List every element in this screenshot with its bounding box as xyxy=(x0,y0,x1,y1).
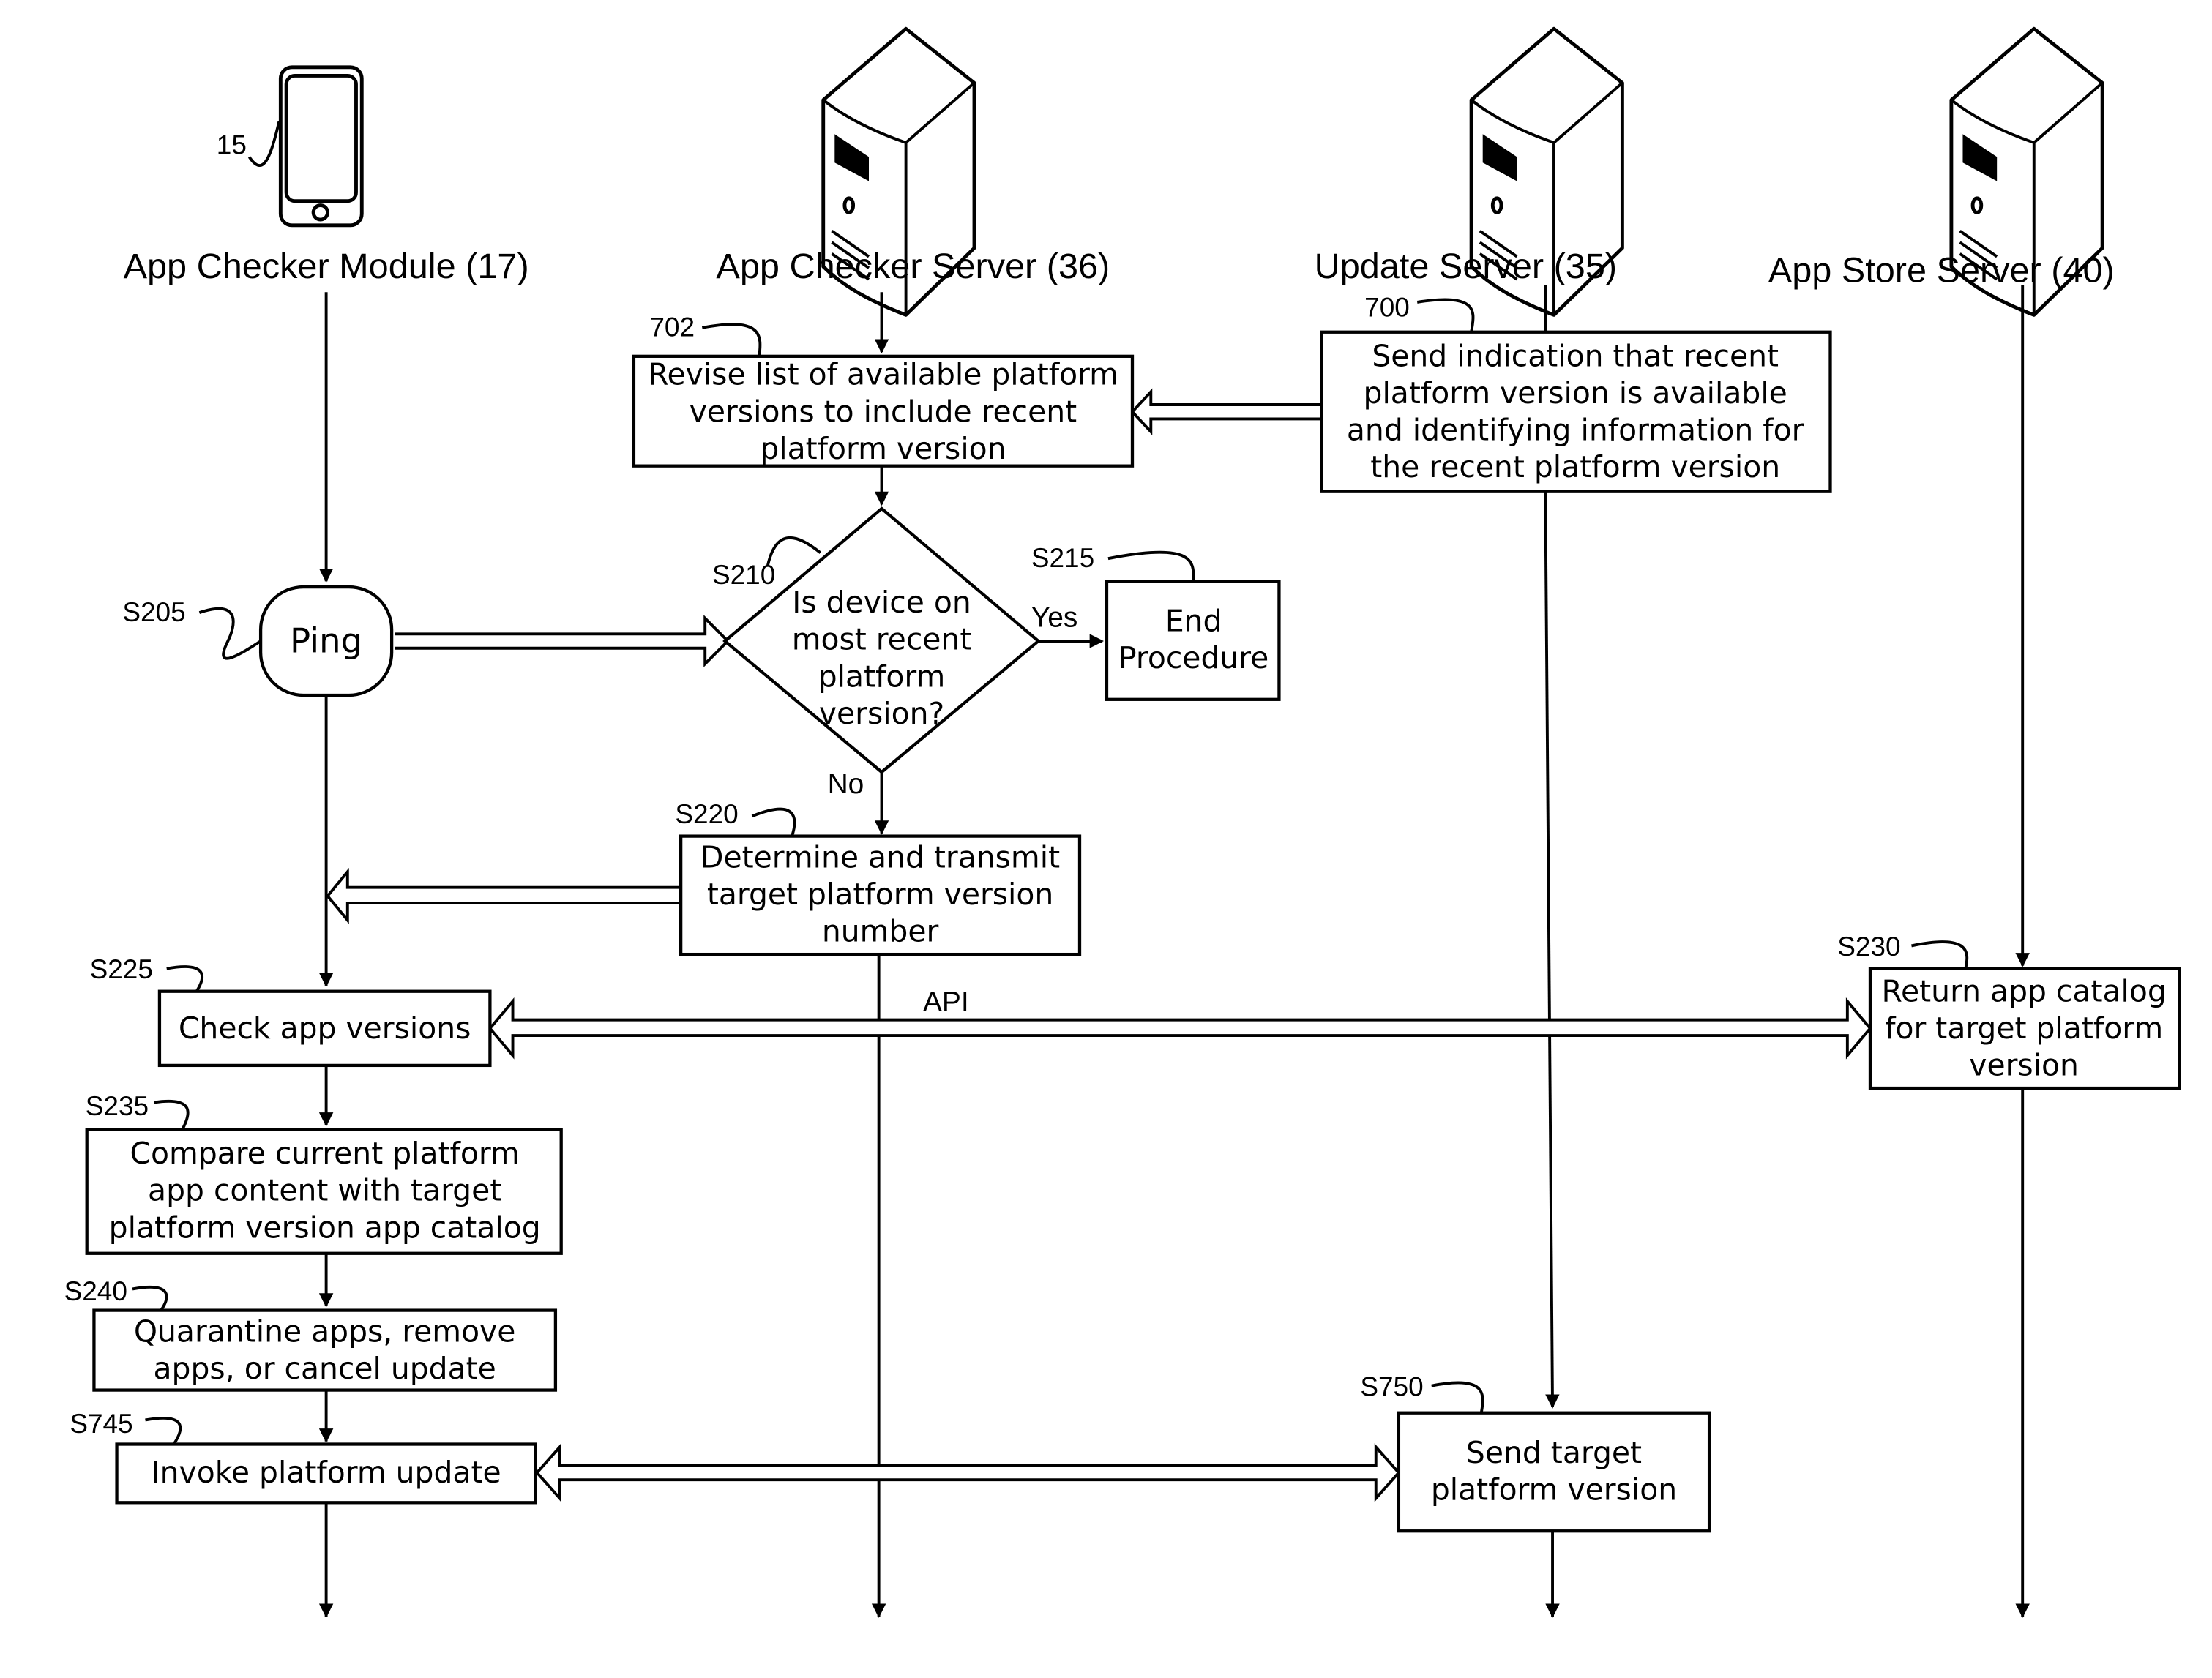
diagram-text: version xyxy=(1969,1048,2079,1083)
diagram-text: app content with target xyxy=(148,1173,501,1208)
sequence-diagram: 15 App Checker Module (17) App Checker S… xyxy=(64,26,2181,1618)
diagram-text: Procedure xyxy=(1118,640,1268,675)
diagram-text: 700 xyxy=(1364,292,1410,322)
diagram-text: apps, or cancel update xyxy=(154,1351,496,1386)
yes-label: Yes xyxy=(1031,602,1077,634)
diagram-text: Send target xyxy=(1466,1435,1642,1470)
diagram-text: Return app catalog xyxy=(1881,973,2166,1008)
step-s745: Invoke platform update S745 xyxy=(70,1409,537,1505)
diagram-text: Check app versions xyxy=(179,1011,471,1046)
diagram-text: S215 xyxy=(1031,543,1094,573)
diagram-text: number xyxy=(822,914,939,949)
diagram-text: S205 xyxy=(122,597,185,627)
diagram-text: Compare current platform xyxy=(130,1136,519,1171)
smartphone-icon: 15 xyxy=(217,65,364,228)
api-label: API xyxy=(923,986,969,1018)
diagram-text: S225 xyxy=(90,954,153,984)
ref-label: 15 xyxy=(217,130,247,160)
no-label: No xyxy=(828,768,864,800)
step-s235: Compare current platform app content wit… xyxy=(85,1091,563,1255)
diagram-text: S240 xyxy=(64,1276,127,1306)
diagram-text: version? xyxy=(819,696,944,731)
diagram-text: most recent xyxy=(792,622,972,657)
diagram-text: for target platform xyxy=(1885,1011,2163,1046)
diagram-text: Ping xyxy=(290,622,362,662)
diagram-text: End xyxy=(1165,603,1222,638)
diagram-text: S230 xyxy=(1837,932,1900,962)
lane-title-app-store-server: App Store Server (40) xyxy=(1768,251,2115,291)
step-700: Send indication that recent platform ver… xyxy=(1320,292,1832,493)
diagram-text: and identifying information for xyxy=(1347,413,1804,448)
diagram-text: Is device on xyxy=(792,585,971,620)
diagram-text: S210 xyxy=(712,560,775,590)
diagram-text: platform version is available xyxy=(1364,375,1787,411)
message-arrows xyxy=(326,388,1872,1502)
lane-title-app-checker-server: App Checker Server (36) xyxy=(716,247,1110,286)
lane-title-app-checker-module: App Checker Module (17) xyxy=(124,247,529,286)
step-s210-decision: Is device on most recent platform versio… xyxy=(712,506,1077,800)
diagram-text: platform xyxy=(818,659,946,694)
step-s225: Check app versions S225 xyxy=(90,954,492,1068)
step-s220: Determine and transmit target platform v… xyxy=(675,799,1082,956)
diagram-text: S235 xyxy=(86,1091,149,1121)
diagram-text: S745 xyxy=(70,1409,132,1439)
diagram-text: platform version app catalog xyxy=(109,1210,541,1245)
step-s230: Return app catalog for target platform v… xyxy=(1837,932,2181,1090)
step-s750: Send target platform version S750 xyxy=(1360,1371,1711,1533)
diagram-text: Determine and transmit xyxy=(700,839,1060,874)
lane-title-update-server: Update Server (35) xyxy=(1315,247,1618,286)
step-s240: Quarantine apps, remove apps, or cancel … xyxy=(64,1276,558,1392)
diagram-text: Send indication that recent xyxy=(1372,338,1779,373)
diagram-text: Invoke platform update xyxy=(152,1455,501,1490)
step-s205-ping: Ping S205 xyxy=(122,585,394,697)
diagram-text: 702 xyxy=(649,312,695,342)
diagram-text: Quarantine apps, remove xyxy=(134,1314,516,1349)
diagram-text: S220 xyxy=(675,799,738,829)
diagram-text: target platform version xyxy=(707,877,1053,912)
diagram-text: versions to include recent xyxy=(690,394,1077,429)
diagram-text: the recent platform version xyxy=(1370,449,1780,484)
diagram-text: S750 xyxy=(1360,1371,1423,1401)
diagram-text: platform version xyxy=(760,431,1006,466)
diagram-text: platform version xyxy=(1431,1472,1677,1507)
diagram-text: Revise list of available platform xyxy=(648,357,1118,392)
